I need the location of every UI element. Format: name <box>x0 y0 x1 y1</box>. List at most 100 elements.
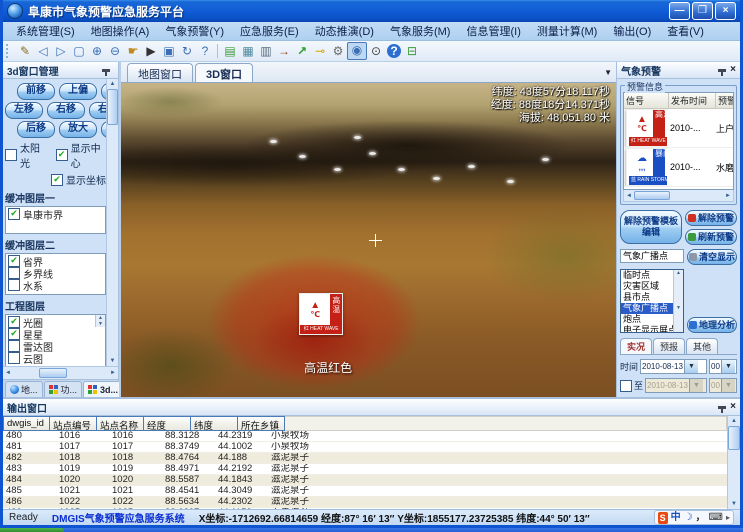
province-boundary-checkbox[interactable] <box>8 255 20 267</box>
scrollbar-thumb[interactable] <box>107 89 118 125</box>
remove-warning-button[interactable]: 解除预警 <box>685 210 737 226</box>
list-item[interactable]: 阜康市界 <box>8 208 103 220</box>
water-system-checkbox[interactable] <box>8 279 20 291</box>
pin-icon[interactable] <box>718 69 726 72</box>
menu-weather-service[interactable]: 气象服务(M) <box>383 22 458 40</box>
punctuation-icon[interactable]: ， <box>696 512 706 524</box>
sunlight-checkbox[interactable] <box>5 149 17 161</box>
refresh-warning-button[interactable]: 刷新预警 <box>685 229 737 245</box>
geo-analysis-button[interactable]: 地理分析 <box>687 317 737 333</box>
col-dwgis-id[interactable]: dwgis_id <box>3 416 50 431</box>
move-right-button[interactable]: 右移 <box>47 102 85 119</box>
col-station-name[interactable]: 站点名称 <box>97 416 144 431</box>
start-hour-combo[interactable]: 00▼ <box>709 359 737 374</box>
tab-3d-window[interactable]: 3D窗口 <box>195 63 253 82</box>
minimize-button[interactable]: — <box>669 2 690 20</box>
remove-warning-template-button[interactable]: 解除预警模板编辑 <box>620 210 682 244</box>
help-icon[interactable]: ? <box>387 44 401 58</box>
terrain-3d-viewport[interactable]: 纬度: 43度57分18.117秒 经度: 88度18分14.371秒 海拔: … <box>121 83 616 397</box>
pointer-icon[interactable]: ▶ <box>142 43 160 59</box>
tab-map-layers[interactable]: 地... <box>5 381 43 397</box>
table-row[interactable]: 4841020102088.558744.1843滋泥泉子 <box>3 475 727 486</box>
menu-view[interactable]: 查看(V) <box>660 22 711 40</box>
menu-weather-warning[interactable]: 气象预警(Y) <box>158 22 231 40</box>
full-extent-icon[interactable]: ▣ <box>160 43 178 59</box>
halfwidth-icon[interactable]: ☽ <box>684 512 693 524</box>
key-icon[interactable]: ⊸ <box>311 43 329 59</box>
zoom-out-icon[interactable]: ⊖ <box>106 43 124 59</box>
scrollbar-thumb[interactable] <box>728 426 740 450</box>
list-item[interactable]: 云图 <box>8 352 103 364</box>
export-icon[interactable]: → <box>275 43 293 59</box>
col-latitude[interactable]: 纬度 <box>191 416 238 431</box>
tab-other[interactable]: 其他 <box>686 338 718 354</box>
soft-keyboard-icon[interactable]: ⌨ <box>709 512 723 524</box>
tab-map-window[interactable]: 地图窗口 <box>127 63 193 82</box>
list-item[interactable]: 水系 <box>8 279 103 291</box>
halo-checkbox[interactable] <box>8 316 20 328</box>
table-row[interactable]: 4801016101688.312844.2319小泉牧场 <box>3 431 727 442</box>
col-signal[interactable]: 信号 <box>624 93 669 108</box>
globe-3d-icon[interactable]: ◉ <box>347 42 367 60</box>
warning-table-hscrollbar[interactable] <box>623 190 734 202</box>
tilt-up-button[interactable]: 上偏 <box>59 83 97 100</box>
exit-icon[interactable]: ⊟ <box>403 43 421 59</box>
clear-display-button[interactable]: 清空显示 <box>687 249 737 265</box>
warning-row-heat[interactable]: ▲℃ 高温 红 HEAT WAVE 2010-... 上户... <box>624 109 733 148</box>
fly-icon[interactable]: ↗ <box>293 43 311 59</box>
measure-icon[interactable]: ✎ <box>16 43 34 59</box>
left-panel-vscrollbar[interactable] <box>106 79 118 366</box>
point-type-value[interactable]: 气象广播点 <box>620 249 684 263</box>
pan-icon[interactable]: ☛ <box>124 43 142 59</box>
list-item[interactable]: 电子显示屏点 <box>621 325 674 333</box>
heat-wave-warning-marker[interactable]: ▲ ℃ 高温 红 HEAT WAVE <box>299 293 343 335</box>
col-publish-time[interactable]: 发布时间 <box>669 93 716 108</box>
zoom-window-icon[interactable]: ▢ <box>70 43 88 59</box>
tab-functions[interactable]: 功... <box>44 381 83 397</box>
rotate-right-button[interactable]: 右旋 <box>89 102 106 119</box>
show-coords-checkbox[interactable] <box>51 174 63 186</box>
list-item[interactable]: 灾害区域 <box>621 281 674 292</box>
zoom-in-icon[interactable]: ⊕ <box>88 43 106 59</box>
menu-emergency[interactable]: 应急服务(E) <box>233 22 306 40</box>
move-back-button[interactable]: 后移 <box>17 121 55 138</box>
table-row[interactable]: 4821018101888.476444.188滋泥泉子 <box>3 453 727 464</box>
col-longitude[interactable]: 经度 <box>144 416 191 431</box>
start-button-fragment[interactable] <box>0 528 64 532</box>
col-township[interactable]: 所在乡镇 <box>238 416 285 431</box>
chevron-down-icon[interactable]: ▼ <box>721 360 735 373</box>
list-item[interactable]: 炮点 <box>621 314 674 325</box>
table-row[interactable]: 4861022102288.563444.2302滋泥泉子 <box>3 497 727 508</box>
table-row[interactable]: 4811017101788.374944.1002小泉牧场 <box>3 442 727 453</box>
chevron-down-icon[interactable]: ▼ <box>684 360 698 373</box>
table-row[interactable]: 4851021102188.454144.3049滋泥泉子 <box>3 486 727 497</box>
list-scrollbar[interactable]: ▲▼ <box>673 270 683 332</box>
fukang-boundary-checkbox[interactable] <box>8 208 20 220</box>
left-panel-hscrollbar[interactable] <box>3 366 118 379</box>
output-table-vscrollbar[interactable] <box>727 416 740 509</box>
close-panel-icon[interactable]: × <box>730 65 736 75</box>
end-date-combo[interactable]: 2010-08-13▼ <box>645 378 707 393</box>
pin-icon[interactable] <box>102 69 110 72</box>
restore-button[interactable]: ❐ <box>692 2 713 20</box>
close-panel-icon[interactable]: × <box>730 402 736 412</box>
move-forward-button[interactable]: 前移 <box>17 83 55 100</box>
warning-row-rainstorm[interactable]: ☁,,, 暴雨 蓝 RAIN STORM 2010-... 水磨... <box>624 148 733 187</box>
list-item[interactable]: 县市点 <box>621 292 674 303</box>
move-left-button[interactable]: 左移 <box>5 102 43 119</box>
tab-forecast[interactable]: 预报 <box>653 338 685 354</box>
print-icon[interactable]: ▥ <box>257 43 275 59</box>
show-center-checkbox[interactable] <box>56 149 68 161</box>
menu-dynamic[interactable]: 动态推演(D) <box>308 22 381 40</box>
to-date-checkbox[interactable] <box>620 380 632 392</box>
zoom-prev-icon[interactable]: ◁ <box>34 43 52 59</box>
stars-checkbox[interactable] <box>8 328 20 340</box>
table-row[interactable]: 4831019101988.497144.2192滋泥泉子 <box>3 464 727 475</box>
end-hour-combo[interactable]: 00▼ <box>709 378 737 393</box>
zoom-next-icon[interactable]: ▷ <box>52 43 70 59</box>
eye-icon[interactable]: ⊙ <box>367 43 385 59</box>
sogou-icon[interactable]: S <box>658 512 668 524</box>
list-item-selected[interactable]: 气象广播点 <box>621 303 674 314</box>
scrollbar-thumb[interactable] <box>39 368 67 378</box>
gear-icon[interactable]: ⚙ <box>329 43 347 59</box>
